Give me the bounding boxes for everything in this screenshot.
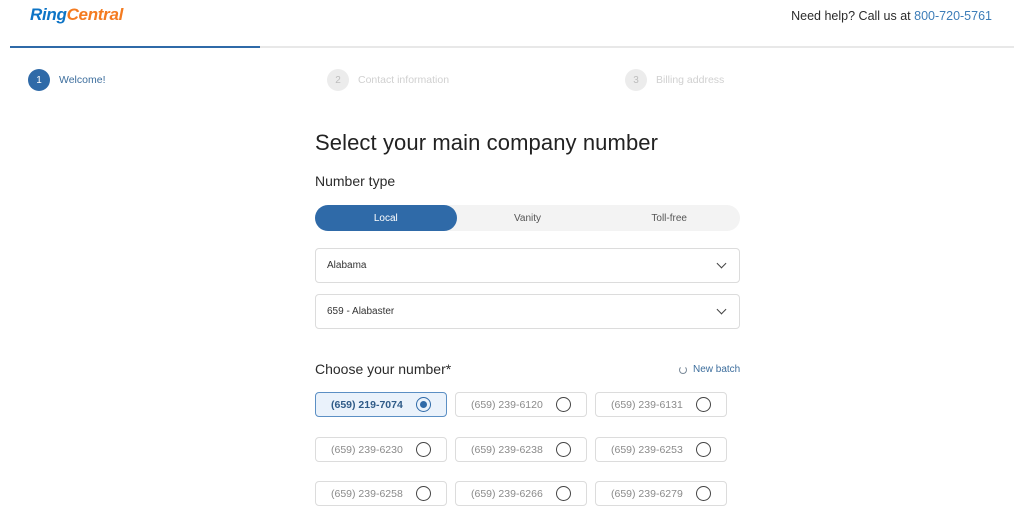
number-option-label: (659) 239-6238 [471,443,543,456]
logo-ring-text: Ring [30,5,67,24]
number-option-label: (659) 239-6120 [471,398,543,411]
number-option-label: (659) 239-6266 [471,487,543,500]
step-label: Billing address [656,74,725,86]
number-option[interactable]: (659) 239-6131 [595,392,727,417]
number-option[interactable]: (659) 239-6238 [455,437,587,462]
number-option[interactable]: (659) 239-6230 [315,437,447,462]
number-option-label: (659) 239-6131 [611,398,683,411]
step-progress-bar [10,46,260,48]
choose-number-label: Choose your number* [315,361,452,377]
new-batch-button[interactable]: New batch [679,364,740,375]
radio-icon[interactable] [556,486,571,501]
number-option[interactable]: (659) 239-6120 [455,392,587,417]
step-number: 3 [625,69,647,91]
number-option[interactable]: (659) 219-7074 [315,392,447,417]
new-batch-label: New batch [693,364,741,375]
number-option-label: (659) 239-6258 [331,487,403,500]
number-type-vanity-option[interactable]: Vanity [457,205,599,231]
number-type-toggle: Local Vanity Toll-free [315,205,740,231]
number-type-toll-free-option[interactable]: Toll-free [598,205,740,231]
radio-icon[interactable] [556,397,571,412]
number-option[interactable]: (659) 239-6266 [455,481,587,506]
step-contact-information: 2 Contact information [327,69,449,91]
radio-icon[interactable] [556,442,571,457]
radio-icon[interactable] [696,486,711,501]
page-title: Select your main company number [315,130,659,155]
radio-selected-icon[interactable] [416,397,431,412]
radio-icon[interactable] [416,442,431,457]
number-option[interactable]: (659) 239-6253 [595,437,727,462]
step-billing-address: 3 Billing address [625,69,724,91]
step-welcome: 1 Welcome! [28,69,106,91]
number-option[interactable]: (659) 239-6279 [595,481,727,506]
chevron-down-icon [716,304,727,315]
number-type-label: Number type [315,173,396,189]
number-option-label: (659) 239-6230 [331,443,403,456]
step-label: Contact information [358,74,450,86]
help-line: Need help? Call us at 800-720-5761 [791,9,992,23]
number-option-label: (659) 239-6253 [611,443,683,456]
radio-icon[interactable] [416,486,431,501]
chevron-down-icon [716,258,727,269]
step-label: Welcome! [59,74,106,86]
number-option-label: (659) 219-7074 [331,398,403,411]
logo-central-text: Central [66,5,124,24]
step-number: 1 [28,69,50,91]
state-select[interactable]: Alabama [315,248,740,283]
number-type-local-option[interactable]: Local [315,205,457,231]
refresh-icon [679,365,687,374]
ringcentral-logo[interactable]: RingCentral [30,5,123,25]
radio-icon[interactable] [696,397,711,412]
help-phone-link[interactable]: 800-720-5761 [914,9,992,23]
state-select-value: Alabama [327,260,367,271]
number-option[interactable]: (659) 239-6258 [315,481,447,506]
area-code-select-value: 659 - Alabaster [327,306,395,317]
help-text: Need help? Call us at [791,9,911,23]
number-option-label: (659) 239-6279 [611,487,683,500]
step-number: 2 [327,69,349,91]
area-code-select[interactable]: 659 - Alabaster [315,294,740,329]
radio-icon[interactable] [696,442,711,457]
